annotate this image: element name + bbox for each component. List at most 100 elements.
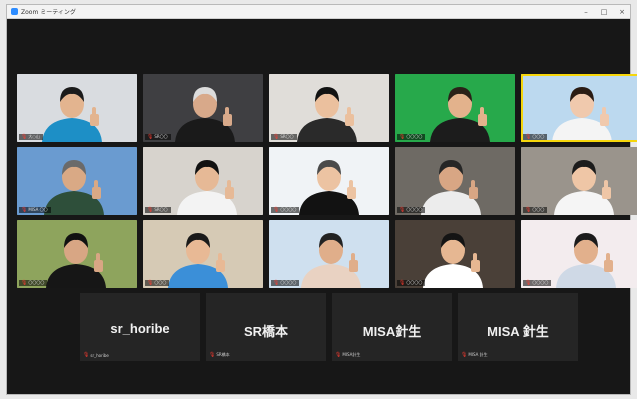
muted-mic-icon: 🎙	[273, 134, 280, 140]
participant-video	[395, 74, 515, 142]
participant-name: MISA 針生	[468, 352, 488, 357]
participant-video-tile[interactable]: 🎙 〇〇〇	[143, 220, 263, 288]
participant-video-tile[interactable]: 🎙 〇〇〇〇	[17, 220, 137, 288]
participant-name-tag: 🎙 MISA 〇〇	[19, 207, 51, 213]
participant-name: 〇〇〇〇	[406, 280, 423, 285]
participant-video-tile[interactable]: 🎙 〇〇〇〇	[395, 147, 515, 215]
participant-display-name: sr_horibe	[110, 321, 170, 336]
participant-name: SR〇〇	[280, 134, 294, 139]
participant-name-tag: 🎙 〇〇〇〇	[271, 280, 300, 286]
participant-name-tag: 🎙 大○山	[19, 134, 43, 140]
participant-video	[143, 74, 263, 142]
participant-name: 〇〇〇〇	[280, 207, 297, 212]
participant-name: MISA針生	[342, 352, 361, 357]
participant-name: 〇〇〇〇	[406, 207, 423, 212]
participant-video-tile[interactable]: 🎙 〇〇〇〇	[269, 147, 389, 215]
participant-video	[143, 220, 263, 288]
muted-mic-icon: 🎙	[399, 207, 406, 213]
participant-video-tile[interactable]: 🎙 〇〇〇	[521, 147, 637, 215]
participant-name-tag: 🎙 〇〇〇	[145, 280, 170, 286]
participant-name: 〇〇〇〇	[532, 280, 549, 285]
participant-video	[269, 147, 389, 215]
zoom-meeting-window: Zoom ミーティング – □ × 🎙 大○山 🎙 SR〇〇 🎙 SR〇〇 🎙 〇〇〇〇 🎙 〇〇…	[6, 4, 637, 395]
muted-mic-icon: 🎙	[399, 280, 406, 286]
participant-name-tag: 🎙 〇〇〇	[523, 207, 548, 213]
participant-video	[269, 74, 389, 142]
participant-name: 〇〇〇〇	[406, 134, 423, 139]
participant-video	[521, 74, 637, 142]
participant-display-name: MISA針生	[362, 324, 422, 339]
participant-name-tag: 🎙 〇〇〇〇	[397, 280, 426, 286]
muted-mic-icon: 🎙	[525, 280, 532, 286]
muted-mic-icon: 🎙	[209, 352, 216, 358]
muted-mic-icon: 🎙	[273, 280, 280, 286]
participant-video-tile[interactable]: 🎙 SR〇〇	[143, 74, 263, 142]
muted-mic-icon: 🎙	[335, 352, 342, 358]
participant-name: 〇〇〇〇	[280, 280, 297, 285]
participant-display-name: MISA 針生	[487, 324, 549, 339]
close-icon[interactable]: ×	[618, 8, 626, 16]
participant-name-card[interactable]: SR橋本 🎙 SR橋本	[206, 293, 326, 361]
title-bar: Zoom ミーティング – □ ×	[7, 5, 630, 19]
participant-name-card[interactable]: MISA 針生 🎙 MISA 針生	[458, 293, 578, 361]
muted-mic-icon: 🎙	[273, 207, 280, 213]
muted-mic-icon: 🎙	[461, 352, 468, 358]
muted-mic-icon: 🎙	[83, 352, 90, 358]
participant-name-tag: 🎙 SR橋本	[209, 352, 230, 358]
participant-video	[269, 220, 389, 288]
participant-name-tag: 🎙 SR〇〇	[145, 134, 171, 140]
participant-name-tag: 🎙 sr_horibe	[83, 352, 109, 358]
participant-video-tile[interactable]: 🎙 SR〇〇	[269, 74, 389, 142]
participant-video-tile[interactable]: 🎙 大○山	[17, 74, 137, 142]
participant-video	[17, 74, 137, 142]
participant-name-tag: 🎙 SR〇〇	[145, 207, 171, 213]
participant-video-tile[interactable]: 🎙 〇〇〇	[521, 74, 637, 142]
participant-name-card[interactable]: MISA針生 🎙 MISA針生	[332, 293, 452, 361]
participant-name: 〇〇〇	[154, 280, 167, 285]
participant-name-tag: 🎙 〇〇〇	[523, 134, 548, 140]
participant-video	[521, 147, 637, 215]
participant-name-tag: 🎙 SR〇〇	[271, 134, 297, 140]
participant-name-tag: 🎙 〇〇〇〇	[397, 134, 426, 140]
muted-mic-icon: 🎙	[525, 134, 532, 140]
participant-name: SR〇〇	[154, 207, 168, 212]
muted-mic-icon: 🎙	[399, 134, 406, 140]
window-title: Zoom ミーティング	[21, 9, 76, 16]
participant-name: MISA 〇〇	[28, 207, 48, 212]
participant-video-tile[interactable]: 🎙 MISA 〇〇	[17, 147, 137, 215]
muted-mic-icon: 🎙	[21, 207, 28, 213]
participant-name-card[interactable]: sr_horibe 🎙 sr_horibe	[80, 293, 200, 361]
participant-video-tile[interactable]: 🎙 〇〇〇〇	[395, 220, 515, 288]
participant-video	[17, 220, 137, 288]
muted-mic-icon: 🎙	[147, 280, 154, 286]
window-controls: – □ ×	[582, 5, 626, 18]
muted-mic-icon: 🎙	[525, 207, 532, 213]
participant-name: SR橋本	[216, 352, 230, 357]
participant-name-tag: 🎙 MISA 針生	[461, 352, 488, 358]
maximize-icon[interactable]: □	[600, 8, 608, 16]
participant-video	[395, 220, 515, 288]
participant-name: 〇〇〇	[532, 207, 545, 212]
participant-video	[17, 147, 137, 215]
muted-mic-icon: 🎙	[147, 207, 154, 213]
participant-video	[521, 220, 637, 288]
participant-video-tile[interactable]: 🎙 〇〇〇〇	[395, 74, 515, 142]
muted-mic-icon: 🎙	[21, 280, 28, 286]
participant-name: 大○山	[28, 134, 40, 139]
muted-mic-icon: 🎙	[147, 134, 154, 140]
participant-name-tag: 🎙 〇〇〇〇	[397, 207, 426, 213]
minimize-icon[interactable]: –	[582, 8, 590, 16]
participant-video-tile[interactable]: 🎙 SR〇〇	[143, 147, 263, 215]
participant-video	[395, 147, 515, 215]
participant-name: 〇〇〇	[532, 134, 545, 139]
participant-video-tile[interactable]: 🎙 〇〇〇〇	[269, 220, 389, 288]
participant-name-tag: 🎙 〇〇〇〇	[271, 207, 300, 213]
participant-video	[143, 147, 263, 215]
zoom-app-icon	[11, 8, 18, 15]
participant-video-tile[interactable]: 🎙 〇〇〇〇	[521, 220, 637, 288]
participant-name-tag: 🎙 MISA針生	[335, 352, 360, 358]
participant-name: SR〇〇	[154, 134, 168, 139]
participant-name-tag: 🎙 〇〇〇〇	[523, 280, 552, 286]
participant-name: sr_horibe	[90, 352, 109, 358]
muted-mic-icon: 🎙	[21, 134, 28, 140]
